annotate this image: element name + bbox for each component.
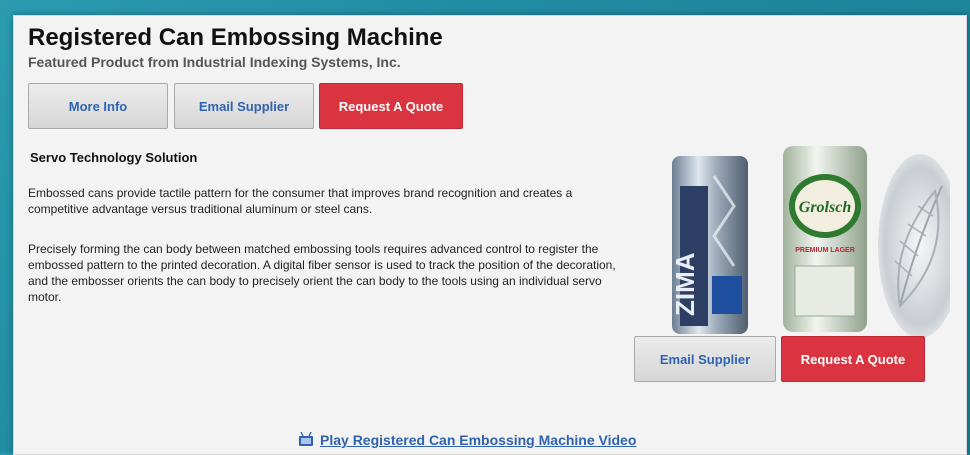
description-paragraph-2: Precisely forming the can body between m…	[28, 242, 616, 304]
page-subtitle: Featured Product from Industrial Indexin…	[28, 54, 401, 70]
embossed-can-image	[878, 154, 950, 338]
description-paragraph-1: Embossed cans provide tactile pattern fo…	[28, 186, 573, 216]
featured-product-panel: Registered Can Embossing Machine Feature…	[13, 15, 967, 455]
zima-can-label: ZIMA	[670, 252, 700, 316]
side-request-quote-button[interactable]: Request A Quote	[781, 336, 925, 382]
zima-can-image: ZIMA	[670, 156, 748, 334]
side-email-supplier-button[interactable]: Email Supplier	[634, 336, 776, 382]
page-title: Registered Can Embossing Machine	[28, 24, 443, 51]
section-heading: Servo Technology Solution	[30, 150, 198, 165]
tv-icon	[299, 432, 313, 446]
grolsch-can-image: Grolsch PREMIUM LAGER	[783, 146, 867, 332]
grolsch-can-sublabel: PREMIUM LAGER	[795, 247, 855, 254]
email-supplier-button[interactable]: Email Supplier	[174, 83, 314, 129]
play-video-link-text: Play Registered Can Embossing Machine Vi…	[320, 432, 637, 448]
play-video-link[interactable]: Play Registered Can Embossing Machine Vi…	[298, 432, 636, 448]
product-image: ZIMA Grolsch PREMIUM LAGER	[670, 146, 950, 338]
request-quote-button[interactable]: Request A Quote	[319, 83, 463, 129]
more-info-button[interactable]: More Info	[28, 83, 168, 129]
grolsch-can-label: Grolsch	[799, 199, 852, 216]
